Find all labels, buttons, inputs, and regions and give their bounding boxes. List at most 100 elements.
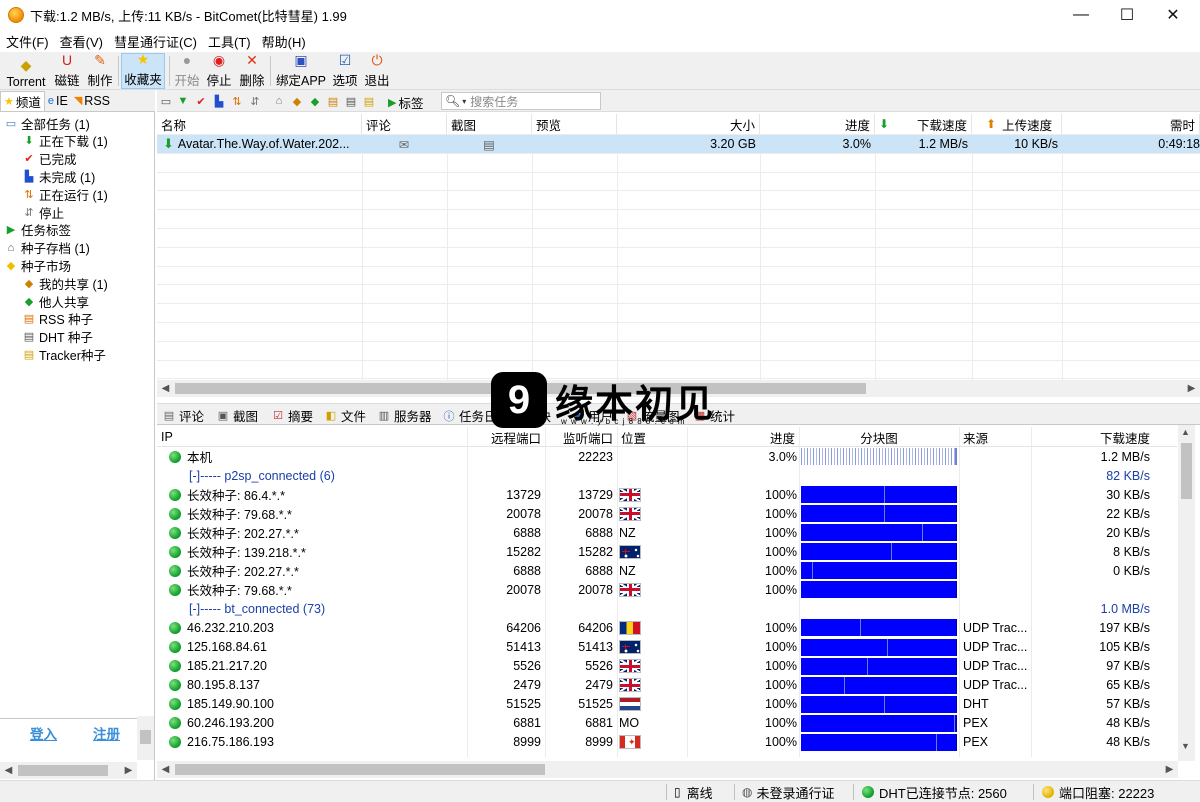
scroll-down-arrow-icon[interactable]: ▼: [1181, 741, 1190, 751]
task-column-header[interactable]: 截图: [447, 114, 532, 134]
tree-item[interactable]: ⇵ 停止: [22, 203, 64, 221]
peer-row[interactable]: 长效种子: 202.27.*.* 6888 6888 NZ 100% 0 KB/s: [157, 561, 1177, 580]
register-link[interactable]: 注册: [93, 723, 120, 743]
tab-ie[interactable]: e IE: [45, 91, 71, 111]
maximize-button[interactable]: ☐: [1104, 0, 1150, 30]
tracker-filter-icon[interactable]: ▤: [362, 94, 376, 108]
peer-row[interactable]: 80.195.8.137 2479 2479 100% UDP Trac... 65 KB…: [157, 676, 1177, 695]
others-share-filter-icon[interactable]: ◆: [308, 94, 322, 108]
task-column-header[interactable]: ⬆ 上传速度: [972, 114, 1062, 134]
peer-vertical-scrollbar[interactable]: ▲ ▼: [1178, 425, 1195, 761]
peer-row[interactable]: 长效种子: 139.218.*.* 15282 15282 100% 8 KB/s: [157, 542, 1177, 561]
torrent-button[interactable]: ◆ Torrent: [4, 53, 48, 89]
tree-item[interactable]: ◆ 种子市场: [4, 256, 71, 274]
peer-column-header[interactable]: 远程端口: [467, 427, 545, 447]
port-status[interactable]: 端口阻塞: 22223: [1042, 781, 1154, 802]
start-button[interactable]: ● 开始: [173, 52, 201, 89]
tree-item[interactable]: ▤ Tracker种子: [22, 345, 106, 363]
tree-item[interactable]: ▤ DHT 种子: [22, 328, 93, 346]
comment-icon[interactable]: ✉: [397, 135, 411, 153]
peer-group-row[interactable]: [-]----- bt_connected (73) 1.0 MB/s: [157, 599, 1177, 618]
detail-tab[interactable]: ▣ 截图: [214, 406, 260, 425]
tree-item[interactable]: ▶ 任务标签: [4, 221, 71, 239]
detail-tab[interactable]: ▥ 服务器: [375, 406, 434, 425]
peer-column-header[interactable]: 进度: [687, 427, 799, 447]
bind-app-button[interactable]: ▣ 绑定APP: [275, 52, 327, 89]
peer-row[interactable]: 125.168.84.61 51413 51413 100% UDP Trac... 10…: [157, 638, 1177, 657]
close-button[interactable]: ✕: [1150, 0, 1196, 30]
incomplete-filter-icon[interactable]: ▙: [212, 94, 226, 108]
peer-column-header[interactable]: 位置: [617, 427, 687, 447]
completed-filter-icon[interactable]: ✔: [194, 94, 208, 108]
stop-button[interactable]: ◉ 停止: [205, 52, 233, 89]
tree-item[interactable]: ◆ 他人共享: [22, 292, 89, 310]
scroll-right-arrow-icon[interactable]: ▶: [1161, 761, 1178, 778]
peer-row[interactable]: 本机 22223 3.0% 1.2 MB/s: [157, 447, 1177, 466]
dht-filter-icon[interactable]: ▤: [344, 94, 358, 108]
all-tasks-icon[interactable]: ▭: [159, 94, 173, 108]
peer-row[interactable]: 185.149.90.100 51525 51525 100% DHT 57 KB/s: [157, 695, 1177, 714]
tree-item[interactable]: ⇅ 正在运行 (1): [22, 185, 107, 203]
tags-button[interactable]: ▶ 标签: [388, 93, 423, 112]
minimize-button[interactable]: —: [1058, 0, 1104, 30]
task-name[interactable]: ⬇ Avatar.The.Way.of.Water.202...: [163, 135, 363, 153]
delete-button[interactable]: ✕ 删除: [238, 52, 266, 89]
dht-status[interactable]: DHT已连接节点: 2560: [862, 781, 1007, 802]
peer-row[interactable]: 长效种子: 202.27.*.* 6888 6888 NZ 100% 20 KB/s: [157, 523, 1177, 542]
search-task-box[interactable]: 🔍︎ ▾ 搜索任务: [441, 92, 601, 110]
detail-tab[interactable]: ◧ 文件: [322, 406, 368, 425]
menu-help[interactable]: 帮助(H): [256, 32, 311, 51]
left-horizontal-scrollbar[interactable]: ◀ ▶: [0, 762, 137, 779]
task-column-header[interactable]: 进度: [760, 114, 875, 134]
peer-column-header[interactable]: 下载速度: [1031, 427, 1154, 447]
tree-item[interactable]: ▭ 全部任务 (1): [4, 114, 90, 132]
task-column-header[interactable]: 评论: [362, 114, 447, 134]
peer-column-header[interactable]: 监听端口: [545, 427, 617, 447]
tree-item[interactable]: ⌂ 种子存档 (1): [4, 239, 90, 257]
menu-passport[interactable]: 彗星通行证(C): [108, 32, 202, 51]
peer-column-header[interactable]: IP: [157, 427, 467, 447]
scroll-left-arrow-icon[interactable]: ◀: [157, 761, 174, 778]
left-vertical-scrollbar[interactable]: [137, 716, 154, 760]
archive-filter-icon[interactable]: ⌂: [272, 94, 286, 108]
tree-item[interactable]: ✔ 已完成: [22, 150, 76, 168]
menu-view[interactable]: 查看(V): [54, 32, 108, 51]
scroll-up-arrow-icon[interactable]: ▲: [1181, 427, 1190, 437]
peer-row[interactable]: 46.232.210.203 64206 64206 100% UDP Trac... 1…: [157, 618, 1177, 637]
detail-tab[interactable]: ☑ 摘要: [269, 406, 315, 425]
scroll-left-arrow-icon[interactable]: ◀: [0, 762, 17, 779]
peer-row[interactable]: 216.75.186.193 8999 8999 ✦ 100% PEX 48 KB/s: [157, 733, 1177, 752]
share-filter-icon[interactable]: ◆: [290, 94, 304, 108]
tab-channels[interactable]: ★ 频道: [0, 90, 45, 111]
exit-button[interactable]: ⏻ 退出: [363, 52, 391, 89]
screenshot-icon[interactable]: ▤: [482, 135, 496, 153]
task-column-header[interactable]: 需时: [1062, 114, 1200, 134]
peer-row[interactable]: 长效种子: 79.68.*.* 20078 20078 100%: [157, 580, 1177, 599]
network-status[interactable]: ▯ 离线: [674, 781, 713, 802]
search-input[interactable]: 搜索任务: [470, 93, 518, 110]
task-column-header[interactable]: 名称: [157, 114, 362, 134]
favorites-button[interactable]: ★ 收藏夹: [121, 51, 165, 89]
menu-file[interactable]: 文件(F): [0, 32, 54, 51]
peer-row[interactable]: 长效种子: 86.4.*.* 13729 13729 100% 30 KB/s: [157, 485, 1177, 504]
tree-item[interactable]: ◆ 我的共享 (1): [22, 274, 108, 292]
tab-rss[interactable]: ◥ RSS: [71, 91, 113, 111]
detail-tab[interactable]: ⓘ 任务日: [440, 406, 499, 425]
tree-item[interactable]: ⬇ 正在下载 (1): [22, 132, 107, 150]
task-column-header[interactable]: 预览: [532, 114, 617, 134]
peer-horizontal-scrollbar[interactable]: ◀ ▶: [157, 761, 1178, 778]
tree-item[interactable]: ▙ 未完成 (1): [22, 167, 96, 185]
peer-row[interactable]: 60.246.193.200 6881 6881 MO 100% PEX 48 KB/s: [157, 714, 1177, 733]
menu-tools[interactable]: 工具(T): [202, 32, 256, 51]
login-link[interactable]: 登入: [30, 723, 57, 743]
peer-column-header[interactable]: 来源: [959, 427, 1031, 447]
peer-column-header[interactable]: 分块图: [799, 427, 959, 447]
peer-row[interactable]: 185.21.217.20 5526 5526 100% UDP Trac... 97 K…: [157, 657, 1177, 676]
tree-item[interactable]: ▤ RSS 种子: [22, 310, 93, 328]
scroll-right-arrow-icon[interactable]: ▶: [1183, 380, 1200, 397]
peer-row[interactable]: 长效种子: 79.68.*.* 20078 20078 100% 22 KB/s: [157, 504, 1177, 523]
magnet-button[interactable]: U 磁链: [53, 52, 81, 89]
scroll-left-arrow-icon[interactable]: ◀: [157, 380, 174, 397]
scroll-right-arrow-icon[interactable]: ▶: [120, 762, 137, 779]
task-column-header[interactable]: ⬇ 下载速度: [875, 114, 972, 134]
